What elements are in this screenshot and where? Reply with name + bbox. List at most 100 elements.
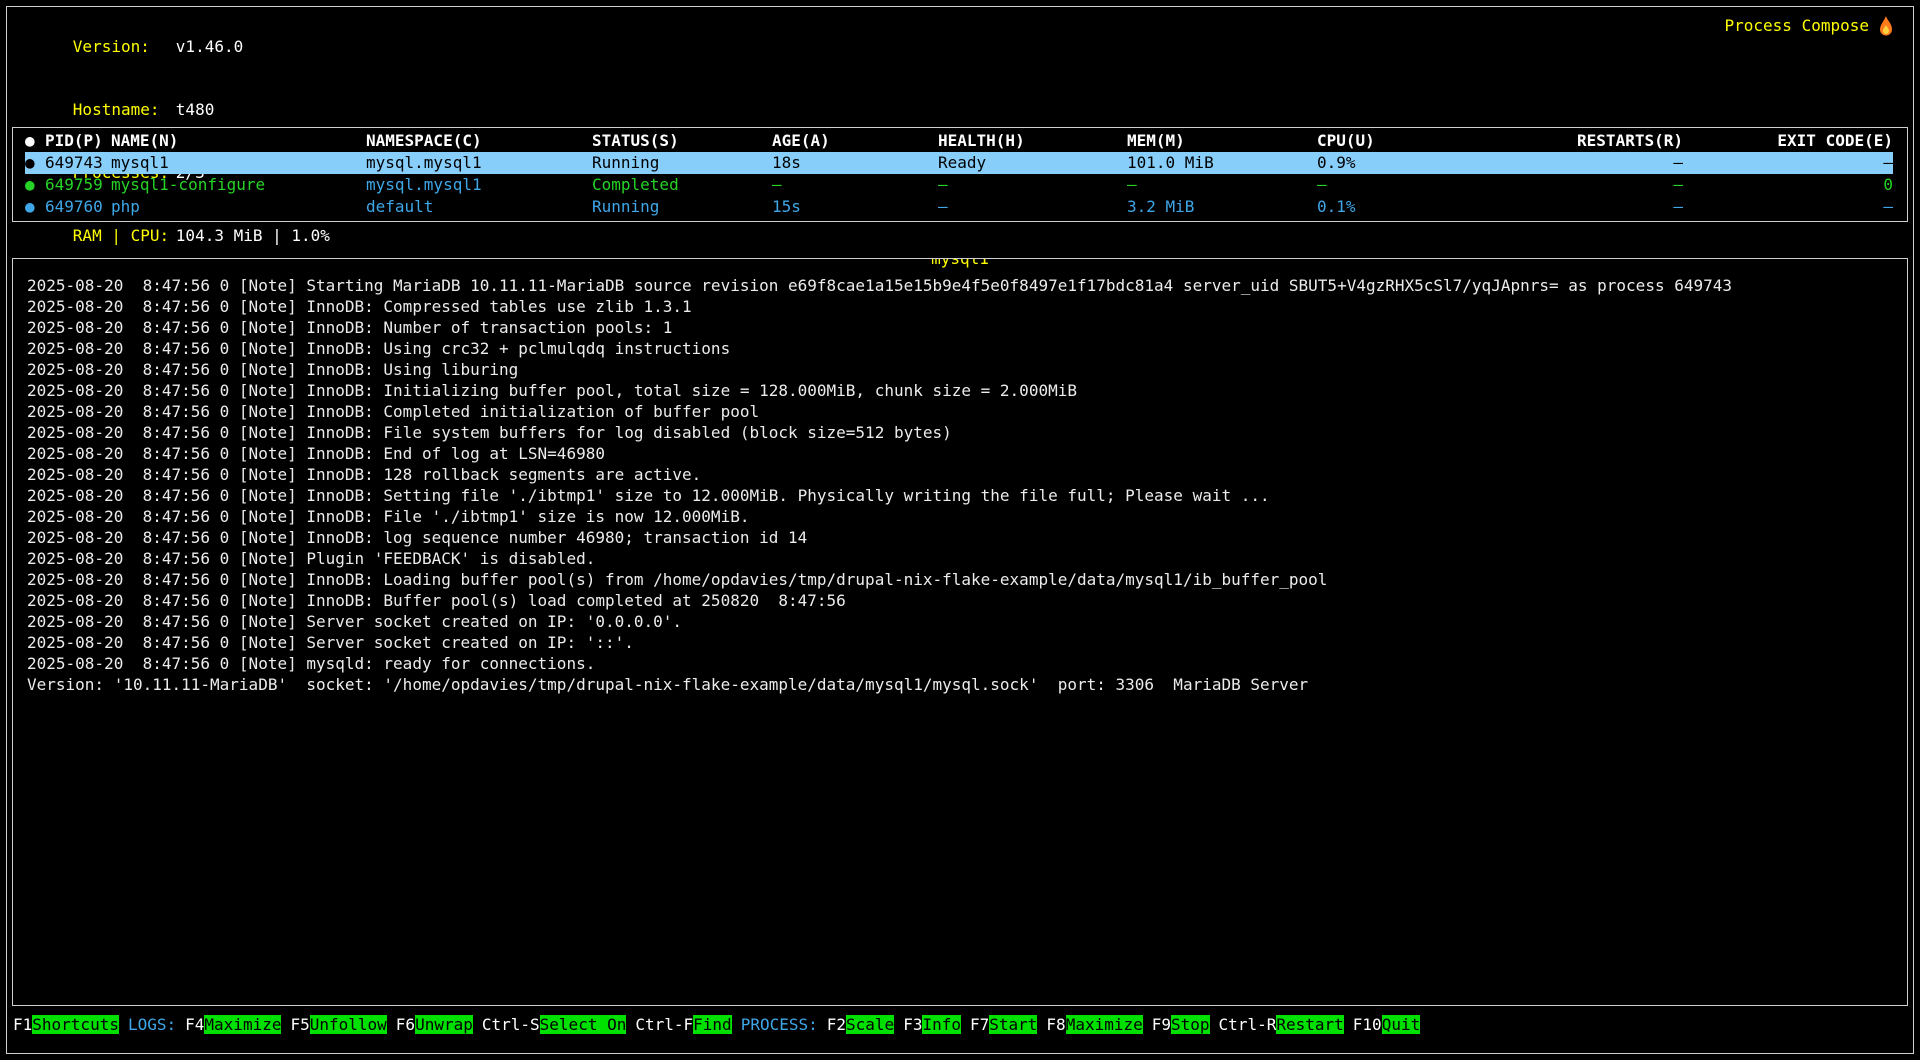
log-line: 2025-08-20 8:47:56 0 [Note] InnoDB: End … xyxy=(27,443,1893,464)
column-header-health: HEALTH(H) xyxy=(938,130,1127,152)
log-line: 2025-08-20 8:47:56 0 [Note] Server socke… xyxy=(27,632,1893,653)
log-line: 2025-08-20 8:47:56 0 [Note] InnoDB: File… xyxy=(27,422,1893,443)
log-line: 2025-08-20 8:47:56 0 [Note] InnoDB: Numb… xyxy=(27,317,1893,338)
cell-status: Running xyxy=(592,152,772,174)
column-header-pid: PID(P) xyxy=(45,130,111,152)
log-panel[interactable]: mysql1 2025-08-20 8:47:56 0 [Note] Start… xyxy=(12,258,1908,1006)
shortcut-key: Ctrl-R xyxy=(1219,1015,1277,1034)
hostname-value: t480 xyxy=(176,100,215,119)
cell-status: Running xyxy=(592,196,772,218)
app-title: Process Compose xyxy=(1725,15,1896,37)
cell-exit-code: – xyxy=(1683,152,1893,174)
shortcut-f6-unwrap[interactable]: F6Unwrap xyxy=(396,1014,473,1036)
cell-mem: 101.0 MiB xyxy=(1127,152,1317,174)
log-line: 2025-08-20 8:47:56 0 [Note] InnoDB: Load… xyxy=(27,569,1893,590)
cell-pid: 649743 xyxy=(45,152,111,174)
process-row-mysql1-configure[interactable]: ● 649759 mysql1-configure mysql.mysql1 C… xyxy=(25,174,1893,196)
shortcut-f3-info[interactable]: F3Info xyxy=(903,1014,961,1036)
shortcut-key: F10 xyxy=(1353,1015,1382,1034)
version-label: Version: xyxy=(73,36,176,57)
shortcut-key: F6 xyxy=(396,1015,415,1034)
process-compose-app: Version:v1.46.0 Hostname:t480 Processes:… xyxy=(0,0,1920,1060)
shortcut-label: Info xyxy=(922,1015,961,1034)
shortcut-key: F7 xyxy=(970,1015,989,1034)
column-header-exit-code: EXIT CODE(E) xyxy=(1683,130,1893,152)
cell-health: – xyxy=(938,174,1127,196)
cell-name: mysql1 xyxy=(111,152,366,174)
log-line: 2025-08-20 8:47:56 0 [Note] InnoDB: Comp… xyxy=(27,296,1893,317)
cell-pid: 649760 xyxy=(45,196,111,218)
cell-restarts: – xyxy=(1467,174,1683,196)
column-header-name: NAME(N) xyxy=(111,130,366,152)
shortcut-label: Maximize xyxy=(1066,1015,1143,1034)
cell-restarts: – xyxy=(1467,196,1683,218)
shortcut-key: F2 xyxy=(827,1015,846,1034)
log-line: 2025-08-20 8:47:56 0 [Note] InnoDB: Usin… xyxy=(27,338,1893,359)
column-header-restarts: RESTARTS(R) xyxy=(1467,130,1683,152)
header-bullet-icon: ● xyxy=(25,130,45,152)
cell-mem: 3.2 MiB xyxy=(1127,196,1317,218)
shortcut-ctrl-r-restart[interactable]: Ctrl-RRestart xyxy=(1219,1014,1344,1036)
shortcut-key: Ctrl-F xyxy=(635,1015,693,1034)
log-line: 2025-08-20 8:47:56 0 [Note] InnoDB: Sett… xyxy=(27,485,1893,506)
cell-health: Ready xyxy=(938,152,1127,174)
log-line: 2025-08-20 8:47:56 0 [Note] Plugin 'FEED… xyxy=(27,548,1893,569)
log-line: 2025-08-20 8:47:56 0 [Note] Starting Mar… xyxy=(27,275,1893,296)
status-bullet-icon: ● xyxy=(25,196,45,218)
column-header-namespace: NAMESPACE(C) xyxy=(366,130,592,152)
hostname-label: Hostname: xyxy=(73,99,176,120)
log-line: 2025-08-20 8:47:56 0 [Note] InnoDB: Init… xyxy=(27,380,1893,401)
app-title-text: Process Compose xyxy=(1725,15,1870,37)
column-header-status: STATUS(S) xyxy=(592,130,772,152)
cell-health: – xyxy=(938,196,1127,218)
shortcut-f4-maximize[interactable]: F4Maximize xyxy=(185,1014,281,1036)
log-line: 2025-08-20 8:47:56 0 [Note] InnoDB: Buff… xyxy=(27,590,1893,611)
log-line: 2025-08-20 8:47:56 0 [Note] InnoDB: File… xyxy=(27,506,1893,527)
shortcut-label: Select On xyxy=(540,1015,627,1034)
shortcut-key: F4 xyxy=(185,1015,204,1034)
cell-cpu: 0.9% xyxy=(1317,152,1467,174)
shortcut-label: Shortcuts xyxy=(32,1015,119,1034)
log-line: 2025-08-20 8:47:56 0 [Note] mysqld: read… xyxy=(27,653,1893,674)
shortcut-key: F8 xyxy=(1046,1015,1065,1034)
shortcut-f1-shortcuts[interactable]: F1Shortcuts xyxy=(13,1014,119,1036)
cell-namespace: mysql.mysql1 xyxy=(366,174,592,196)
shortcut-ctrl-f-find[interactable]: Ctrl-FFind xyxy=(635,1014,731,1036)
ram-cpu-value: 104.3 MiB | 1.0% xyxy=(176,226,330,245)
footer-section-process: PROCESS: xyxy=(741,1014,818,1036)
shortcut-key: F9 xyxy=(1152,1015,1171,1034)
cell-status: Completed xyxy=(592,174,772,196)
column-header-mem: MEM(M) xyxy=(1127,130,1317,152)
shortcut-f9-stop[interactable]: F9Stop xyxy=(1152,1014,1210,1036)
log-line: 2025-08-20 8:47:56 0 [Note] InnoDB: 128 … xyxy=(27,464,1893,485)
shortcut-label: Unfollow xyxy=(310,1015,387,1034)
header-version: Version:v1.46.0 xyxy=(15,15,330,78)
shortcut-f2-scale[interactable]: F2Scale xyxy=(827,1014,894,1036)
shortcut-f10-quit[interactable]: F10Quit xyxy=(1353,1014,1420,1036)
process-table-header: ● PID(P) NAME(N) NAMESPACE(C) STATUS(S) … xyxy=(25,130,1893,152)
cell-exit-code: 0 xyxy=(1683,174,1893,196)
shortcut-label: Start xyxy=(989,1015,1037,1034)
process-table: ● PID(P) NAME(N) NAMESPACE(C) STATUS(S) … xyxy=(12,127,1908,222)
footer-section-logs: LOGS: xyxy=(128,1014,176,1036)
shortcut-label: Find xyxy=(693,1015,732,1034)
process-row-php[interactable]: ● 649760 php default Running 15s – 3.2 M… xyxy=(25,196,1893,218)
shortcut-label: Stop xyxy=(1171,1015,1210,1034)
column-header-age: AGE(A) xyxy=(772,130,938,152)
log-line: 2025-08-20 8:47:56 0 [Note] Server socke… xyxy=(27,611,1893,632)
cell-namespace: default xyxy=(366,196,592,218)
shortcut-f8-maximize[interactable]: F8Maximize xyxy=(1046,1014,1142,1036)
status-bullet-icon: ● xyxy=(25,152,45,174)
shortcut-label: Unwrap xyxy=(415,1015,473,1034)
process-row-mysql1[interactable]: ● 649743 mysql1 mysql.mysql1 Running 18s… xyxy=(25,152,1893,174)
shortcut-f7-start[interactable]: F7Start xyxy=(970,1014,1037,1036)
log-line: Version: '10.11.11-MariaDB' socket: '/ho… xyxy=(27,674,1893,695)
cell-cpu: 0.1% xyxy=(1317,196,1467,218)
cell-name: php xyxy=(111,196,366,218)
cell-name: mysql1-configure xyxy=(111,174,366,196)
log-line: 2025-08-20 8:47:56 0 [Note] InnoDB: Usin… xyxy=(27,359,1893,380)
shortcut-f5-unfollow[interactable]: F5Unfollow xyxy=(290,1014,386,1036)
shortcut-label: Scale xyxy=(846,1015,894,1034)
log-panel-title: mysql1 xyxy=(930,258,990,269)
shortcut-ctrl-s-select-on[interactable]: Ctrl-SSelect On xyxy=(482,1014,627,1036)
